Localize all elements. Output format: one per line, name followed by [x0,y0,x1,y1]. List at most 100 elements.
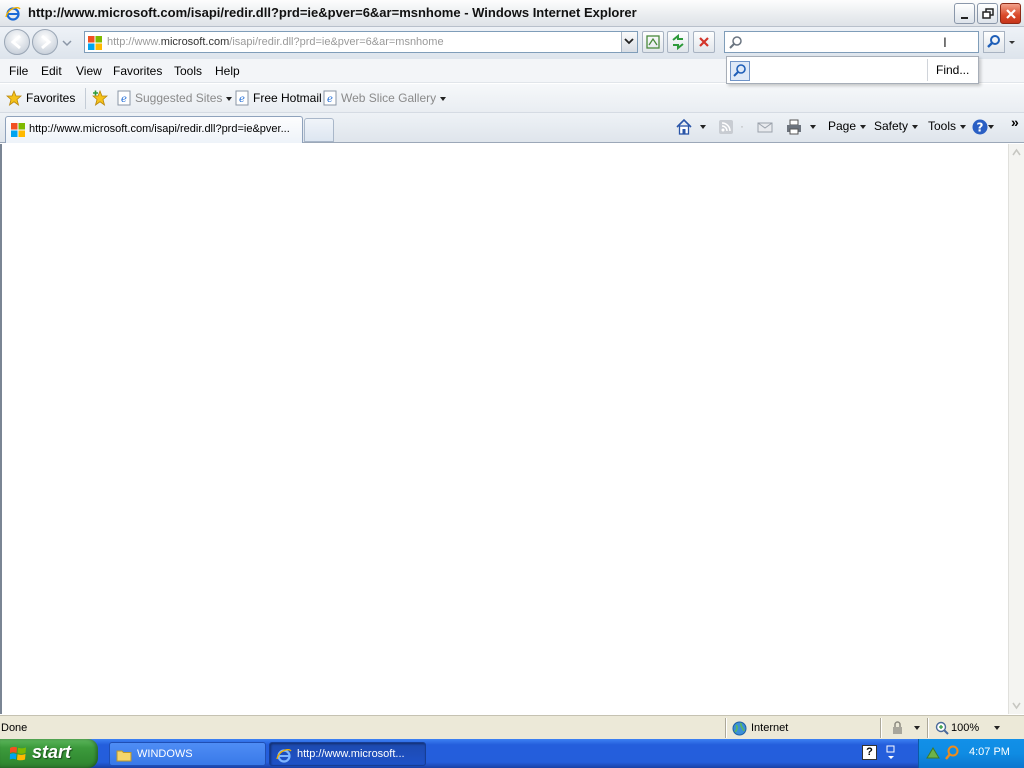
title-bar: http://www.microsoft.com/isapi/redir.dll… [0,0,1024,27]
refresh-button[interactable] [667,31,689,53]
zoom-icon[interactable] [935,721,949,735]
recent-pages-dropdown-icon[interactable] [62,39,72,47]
protected-mode-dropdown-icon[interactable] [910,722,920,734]
status-divider [927,718,929,738]
free-hotmail-link[interactable]: Free Hotmail [253,91,322,105]
help-dropdown-icon[interactable] [984,119,994,133]
text-cursor-icon: I [943,34,947,50]
favorites-star-icon [6,90,22,106]
back-arrow-icon [10,34,21,50]
compatibility-view-icon [646,35,660,49]
status-divider [725,718,727,738]
home-icon[interactable] [675,118,693,136]
ie-page-icon: e [235,90,249,106]
chevron-down-icon [624,38,634,45]
status-divider [880,718,882,738]
favorites-bar: Favorites e Suggested Sites e Free Hotma… [0,84,1024,113]
zoom-dropdown-icon[interactable] [990,722,1000,734]
status-bar: Done Internet 100% [0,715,1024,739]
minimize-icon [961,17,968,19]
suggested-sites-link[interactable]: Suggested Sites [135,91,233,105]
ie-page-icon: e [117,90,131,106]
compatibility-view-button[interactable] [642,31,664,53]
scroll-up-icon[interactable] [1009,144,1024,161]
stop-icon [699,37,709,47]
favorites-button[interactable]: Favorites [26,91,75,105]
web-slice-gallery-link[interactable]: Web Slice Gallery [341,91,447,105]
search-input[interactable]: I [724,31,979,53]
restore-button[interactable] [977,3,998,24]
taskbar-item-internet-explorer[interactable]: http://www.microsoft... [269,742,426,766]
address-bar[interactable]: http://www.microsoft.com/isapi/redir.dll… [84,31,638,53]
network-tray-icon[interactable] [925,745,941,761]
taskbar-item-label: WINDOWS [137,748,193,760]
language-bar-icon[interactable] [884,744,898,762]
favorites-divider [85,88,86,109]
svg-text:e: e [239,94,245,105]
ie-logo-icon [276,749,292,763]
taskbar-item-windows-folder[interactable]: WINDOWS [109,742,266,766]
search-icon [733,64,746,77]
more-commands-button[interactable]: » [1011,114,1019,130]
back-button[interactable] [4,29,30,55]
start-button[interactable]: start [0,739,98,768]
ie-page-icon: e [323,90,337,106]
question-tray-icon[interactable]: ? [862,745,877,760]
find-on-page-link[interactable]: Find... [936,63,969,77]
new-tab-button[interactable] [304,118,334,142]
home-dropdown-icon[interactable] [696,119,706,133]
internet-zone-globe-icon [732,721,747,736]
feeds-dropdown-icon[interactable]: · [740,119,744,133]
forward-button[interactable] [32,29,58,55]
tab-active[interactable]: http://www.microsoft.com/isapi/redir.dll… [5,116,303,143]
forward-arrow-icon [41,34,52,50]
search-provider-button[interactable] [730,61,750,81]
print-dropdown-icon[interactable] [806,119,816,133]
search-go-icon [987,35,1000,48]
microsoft-logo-icon [11,123,25,137]
menu-tools[interactable]: Tools [174,64,202,78]
svg-text:?: ? [977,121,984,135]
protected-mode-icon[interactable] [890,721,906,736]
ie-logo-icon [5,7,21,21]
system-tray: 4:07 PM [918,739,1024,768]
minimize-button[interactable] [954,3,975,24]
search-icon [729,36,742,49]
status-text: Done [1,722,28,734]
zoom-level[interactable]: 100% [951,722,979,734]
taskbar-clock[interactable]: 4:07 PM [969,746,1010,758]
menu-edit[interactable]: Edit [41,64,62,78]
search-tray-icon[interactable] [944,745,960,761]
safety-menu-button[interactable]: Safety [874,119,919,133]
taskbar-item-label: http://www.microsoft... [297,748,405,760]
add-to-favorites-icon[interactable] [92,90,108,106]
address-url[interactable]: http://www.microsoft.com/isapi/redir.dll… [107,36,444,48]
page-content-area[interactable] [0,144,1008,714]
page-menu-button[interactable]: Page [828,119,867,133]
navigation-bar: http://www.microsoft.com/isapi/redir.dll… [0,27,1024,59]
search-suggestions-popup: Find... [726,56,979,84]
read-mail-icon[interactable] [756,118,774,136]
start-label: start [32,742,72,762]
feeds-icon[interactable] [717,118,735,136]
folder-icon [116,750,132,762]
menu-view[interactable]: View [76,64,102,78]
menu-file[interactable]: File [9,64,28,78]
menu-favorites[interactable]: Favorites [113,64,162,78]
stop-button[interactable] [693,31,715,53]
close-button[interactable] [1000,3,1021,24]
window-title: http://www.microsoft.com/isapi/redir.dll… [28,5,637,20]
search-options-dropdown-icon[interactable] [1006,31,1018,53]
scroll-down-icon[interactable] [1009,697,1024,714]
vertical-scrollbar[interactable] [1008,144,1024,714]
address-dropdown-button[interactable] [621,32,637,52]
menu-help[interactable]: Help [215,64,240,78]
search-button[interactable] [983,31,1005,53]
restore-icon [982,8,994,19]
tools-menu-button[interactable]: Tools [928,119,967,133]
microsoft-logo-icon [88,36,102,50]
tab-bar: http://www.microsoft.com/isapi/redir.dll… [0,113,1024,143]
print-icon[interactable] [785,118,803,136]
svg-text:e: e [121,94,127,105]
tab-label: http://www.microsoft.com/isapi/redir.dll… [29,123,290,135]
